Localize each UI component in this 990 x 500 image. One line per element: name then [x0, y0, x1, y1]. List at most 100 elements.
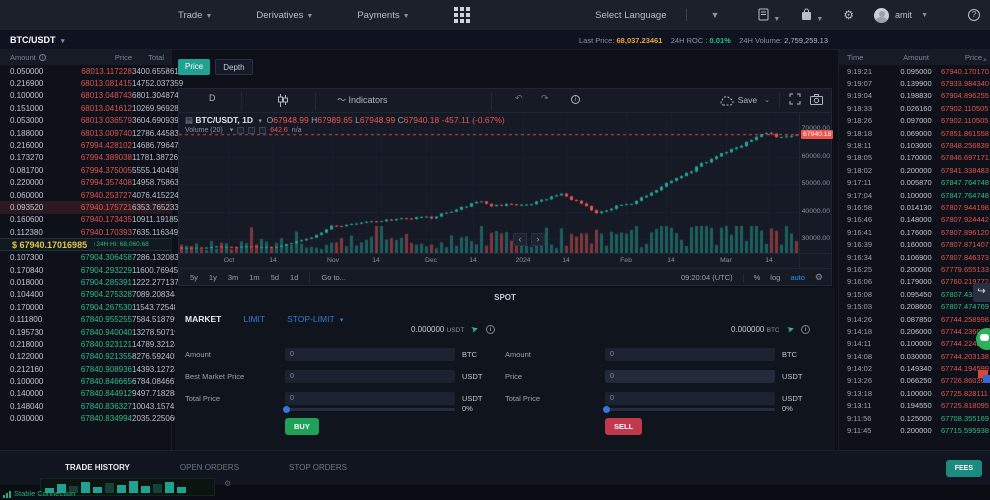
assets-bag-icon[interactable]: ▼ — [800, 8, 823, 23]
info-icon[interactable]: i — [39, 54, 46, 61]
orderbook-bid-row[interactable]: 0.01800067904.2853911222.277137 — [0, 276, 171, 288]
orderbook-ask-row[interactable]: 0.16060067940.17343510911.191854 — [0, 214, 171, 226]
info-icon[interactable]: i — [486, 325, 495, 334]
orderbook-ask-row[interactable]: 0.05300068013.0365793604.690939 — [0, 115, 171, 127]
goto-button[interactable]: Go to... — [321, 273, 346, 282]
tab-stop-limit[interactable]: STOP-LIMIT ▾ — [287, 314, 343, 324]
legend-eye-icon[interactable] — [237, 127, 244, 134]
language-dropdown-icon[interactable]: ▼ — [710, 10, 719, 20]
orderbook-ask-row[interactable]: 0.15100068013.04161210269.969283 — [0, 102, 171, 114]
scroll-left-button[interactable]: ‹ — [513, 233, 527, 246]
orderbook-bid-row[interactable]: 0.19573067840.94004013278.507194 — [0, 326, 171, 338]
axis-settings-gear-icon[interactable]: ⚙ — [815, 272, 823, 283]
buy-amount-input[interactable]: 0 — [285, 348, 455, 361]
tab-open-orders[interactable]: OPEN ORDERS — [180, 463, 239, 472]
sell-price-input[interactable]: 0 — [605, 370, 775, 383]
orderbook-bid-row[interactable]: 0.11180067840.9552557584.518799 — [0, 313, 171, 325]
user-menu[interactable]: amit ▼ — [874, 8, 928, 23]
balance-pointer-icon[interactable]: ➤ — [785, 323, 795, 336]
share-float-button[interactable]: ↪ — [973, 283, 990, 302]
percent-scale-button[interactable]: % — [754, 273, 761, 282]
sell-button[interactable]: SELL — [605, 418, 642, 435]
orderbook-bid-row[interactable]: 0.12200067840.9213558276.592405 — [0, 351, 171, 363]
cloud-save-button[interactable]: Save ⌄ — [719, 95, 770, 106]
candle-style-icon[interactable] — [277, 94, 289, 109]
price-axis[interactable]: 67940.18 70000.0060000.0050000.0040000.0… — [799, 113, 832, 253]
legend-close-icon[interactable] — [259, 127, 266, 134]
orderbook-ask-row[interactable]: 0.10000068013.0487436801.304874 — [0, 90, 171, 102]
orderbook-bid-row[interactable]: 0.10730067904.3064587286.132083 — [0, 251, 171, 263]
tab-depth[interactable]: Depth — [215, 59, 252, 75]
widget-gear-icon[interactable]: ⚙ — [224, 479, 231, 488]
orderbook-bid-row[interactable]: 0.03000067840.8349942035.225060 — [0, 413, 171, 425]
chevron-down-icon[interactable]: ▾ — [230, 126, 234, 134]
orderbook-bid-row[interactable]: 0.14000067840.8449129497.718288 — [0, 388, 171, 400]
range-button-1m[interactable]: 1m — [249, 273, 259, 282]
apps-grid-icon[interactable] — [454, 7, 470, 23]
nav-item-derivatives[interactable]: Derivatives▼ — [256, 10, 313, 21]
sell-slider-handle[interactable] — [603, 406, 610, 413]
language-selector[interactable]: Select Language — [595, 10, 666, 21]
candlestick-chart[interactable] — [179, 113, 799, 253]
buy-slider-handle[interactable] — [283, 406, 290, 413]
orderbook-bid-row[interactable]: 0.10000067840.8466656784.084667 — [0, 375, 171, 387]
fees-button[interactable]: FEES — [946, 460, 982, 477]
sell-percent-slider[interactable] — [605, 408, 775, 411]
help-icon[interactable]: ? — [968, 9, 980, 21]
range-button-1d[interactable]: 1d — [290, 273, 298, 282]
time-axis[interactable]: Oct14Nov14Dec14202414Feb14Mar14 — [179, 253, 799, 268]
sell-amount-input[interactable]: 0 — [605, 348, 775, 361]
legend-toggle-icon[interactable]: ▤ — [185, 115, 193, 125]
orderbook-ask-row[interactable]: 0.05000068013.1172283400.655861 — [0, 65, 171, 77]
log-scale-button[interactable]: log — [770, 273, 780, 282]
orderbook-bid-row[interactable]: 0.14804067840.83632710043.157410 — [0, 400, 171, 412]
indicators-button[interactable]: 〜 Indicators — [337, 93, 388, 106]
tab-price[interactable]: Price — [178, 59, 210, 75]
legend-settings-icon[interactable] — [248, 127, 255, 134]
buy-total-input[interactable]: 0 — [285, 392, 455, 405]
range-button-5y[interactable]: 5y — [190, 273, 198, 282]
orderbook-ask-row[interactable]: 0.21600067994.42810214686.796470 — [0, 139, 171, 151]
tab-limit[interactable]: LIMIT — [243, 314, 265, 324]
clock-label[interactable]: 09:20:04 (UTC) — [681, 273, 733, 282]
sell-total-input[interactable]: 0 — [605, 392, 775, 405]
balance-pointer-icon[interactable]: ➤ — [470, 323, 480, 336]
orderbook-ask-row[interactable]: 0.22000067994.35740814958.758630 — [0, 177, 171, 189]
orderbook-bid-row[interactable]: 0.21800067840.92312114789.321240 — [0, 338, 171, 350]
flag-float-button[interactable] — [978, 370, 990, 384]
pair-selector[interactable]: BTC/USDT ▾ — [10, 35, 65, 45]
tab-market[interactable]: MARKET — [185, 314, 221, 324]
orderbook-ask-row[interactable]: 0.06000067940.2537274076.415224 — [0, 189, 171, 201]
range-button-1y[interactable]: 1y — [209, 273, 217, 282]
orderbook-ask-row[interactable]: 0.09352067940.1757216353.765233 — [0, 201, 171, 213]
orderbook-ask-row[interactable]: 0.17327067994.38903811781.387269 — [0, 152, 171, 164]
orderbook-ask-row[interactable]: 0.18800068013.00974012786.445831 — [0, 127, 171, 139]
camera-icon[interactable] — [810, 94, 823, 107]
buy-price-input[interactable]: 0 — [285, 370, 455, 383]
range-button-5d[interactable]: 5d — [271, 273, 279, 282]
orderbook-ask-row[interactable]: 0.08170067994.3750055555.140438 — [0, 164, 171, 176]
orders-book-icon[interactable]: ▼ — [757, 8, 780, 23]
scroll-right-button[interactable]: › — [531, 233, 545, 246]
orderbook-ask-row[interactable]: 0.11238067940.1703937635.116349 — [0, 226, 171, 238]
interval-button[interactable]: D — [209, 93, 216, 103]
undo-icon[interactable]: ↶ — [515, 93, 523, 104]
nav-item-trade[interactable]: Trade▼ — [178, 10, 212, 21]
info-icon[interactable]: i — [801, 325, 810, 334]
range-button-3m[interactable]: 3m — [228, 273, 238, 282]
orderbook-ask-row[interactable]: 0.21690068013.08141514752.037359 — [0, 77, 171, 89]
tab-stop-orders[interactable]: STOP ORDERS — [289, 463, 347, 472]
orderbook-bid-row[interactable]: 0.17084067904.29322911600.769455 — [0, 264, 171, 276]
nav-item-payments[interactable]: Payments▼ — [357, 10, 409, 21]
buy-button[interactable]: BUY — [285, 418, 319, 435]
settings-gear-icon[interactable]: ⚙ — [843, 8, 854, 22]
orderbook-bid-row[interactable]: 0.17000067904.26753011543.725480 — [0, 301, 171, 313]
redo-icon[interactable]: ↷ — [541, 93, 549, 104]
chevron-down-icon[interactable]: ▾ — [258, 118, 262, 125]
orderbook-bid-row[interactable]: 0.21216067840.90893614393.127240 — [0, 363, 171, 375]
orderbook-bid-row[interactable]: 0.10440067904.2753287089.208344 — [0, 289, 171, 301]
scroll-up-icon[interactable]: ▲ — [982, 57, 988, 63]
scroll-up-icon[interactable]: ▲ — [164, 66, 170, 72]
buy-percent-slider[interactable] — [285, 408, 455, 411]
fullscreen-icon[interactable] — [789, 93, 801, 107]
